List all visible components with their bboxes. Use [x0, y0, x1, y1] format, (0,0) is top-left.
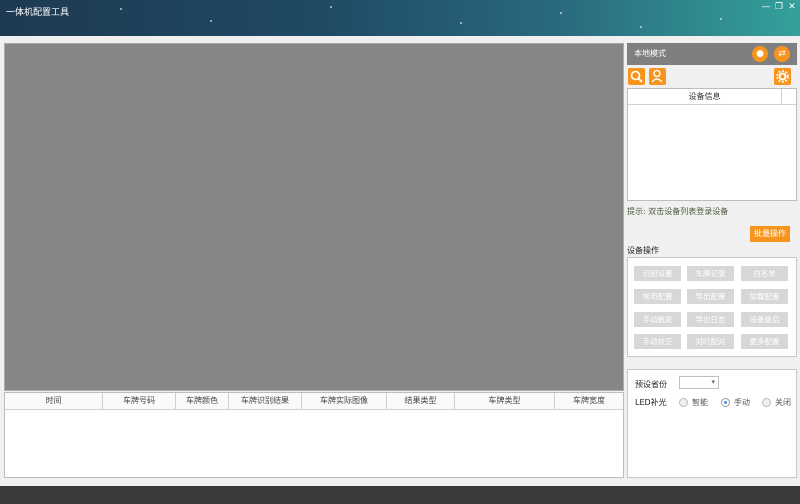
device-list[interactable]: 设备信息: [627, 88, 797, 201]
led-smart-radio[interactable]: 智能: [679, 397, 708, 408]
radio-dot: [762, 398, 771, 407]
preset-panel: 预设省份 ▾ LED补光 智能 手动 关闭: [627, 369, 797, 478]
table-header: 时间 车牌号码 车牌颜色 车牌识别结果 车牌实际图像 结果类型 车牌类型 车牌宽…: [5, 393, 623, 410]
preset-province-select[interactable]: ▾: [679, 376, 719, 389]
col-plate-color[interactable]: 车牌颜色: [176, 393, 229, 409]
window-title: 一体机配置工具: [6, 8, 70, 18]
preset-province-label: 预设省份: [635, 380, 667, 389]
restore-button[interactable]: ❐: [773, 2, 785, 12]
close-button[interactable]: ✕: [786, 2, 798, 12]
led-manual-radio[interactable]: 手动: [721, 397, 750, 408]
user-login-icon[interactable]: [649, 68, 666, 85]
more-config-button[interactable]: 更多配置: [741, 334, 788, 349]
hint-text: 提示: 双击设备列表登录设备: [627, 207, 729, 216]
chevron-down-icon: ▾: [711, 378, 715, 386]
status-bar: [0, 486, 800, 504]
manual-trigger-button[interactable]: 手动触发: [634, 312, 681, 327]
mode-label: 本地模式: [634, 49, 666, 58]
col-plate-width[interactable]: 车牌宽度: [555, 393, 623, 409]
load-config-button[interactable]: 加载配置: [741, 289, 788, 304]
export-log-button[interactable]: 导出日志: [687, 312, 734, 327]
col-result-type[interactable]: 结果类型: [387, 393, 455, 409]
minimize-button[interactable]: —: [760, 2, 772, 12]
device-ops-panel: 识别设置 车牌记录 白名单 常用配置 导出配置 加载配置 手动触发 导出日志 设…: [627, 257, 797, 357]
time-sync-button[interactable]: 对时配对: [687, 334, 734, 349]
device-ops-title: 设备操作: [627, 246, 659, 255]
switch-icon[interactable]: ⇄: [774, 46, 790, 62]
batch-operation-button[interactable]: 批量操作: [750, 226, 790, 242]
search-icon[interactable]: [628, 68, 645, 85]
col-recognition-result[interactable]: 车牌识别结果: [229, 393, 302, 409]
title-bar: 一体机配置工具 — ❐ ✕: [0, 0, 800, 36]
col-plate-type[interactable]: 车牌类型: [455, 393, 555, 409]
device-restart-button[interactable]: 设备重启: [741, 312, 788, 327]
mode-header: 本地模式 ● ⇄: [627, 43, 797, 65]
export-config-button[interactable]: 导出配置: [687, 289, 734, 304]
common-config-button[interactable]: 常用配置: [634, 289, 681, 304]
video-preview[interactable]: [4, 43, 624, 391]
radio-dot-selected: [721, 398, 730, 407]
gear-icon[interactable]: [774, 68, 791, 85]
led-fill-light-label: LED补光: [635, 398, 667, 407]
col-plate-image[interactable]: 车牌实际图像: [302, 393, 387, 409]
device-info-column[interactable]: 设备信息: [628, 89, 782, 104]
col-time[interactable]: 时间: [5, 393, 103, 409]
col-plate-number[interactable]: 车牌号码: [103, 393, 176, 409]
camera-icon[interactable]: ●: [752, 46, 768, 62]
radio-dot: [679, 398, 688, 407]
whitelist-button[interactable]: 白名单: [741, 266, 788, 281]
recognition-settings-button[interactable]: 识别设置: [634, 266, 681, 281]
device-list-header: 设备信息: [628, 89, 796, 105]
records-table[interactable]: 时间 车牌号码 车牌颜色 车牌识别结果 车牌实际图像 结果类型 车牌类型 车牌宽…: [4, 392, 624, 478]
manual-calibrate-button[interactable]: 手动校正: [634, 334, 681, 349]
led-off-radio[interactable]: 关闭: [762, 397, 791, 408]
plate-records-button[interactable]: 车牌记录: [687, 266, 734, 281]
